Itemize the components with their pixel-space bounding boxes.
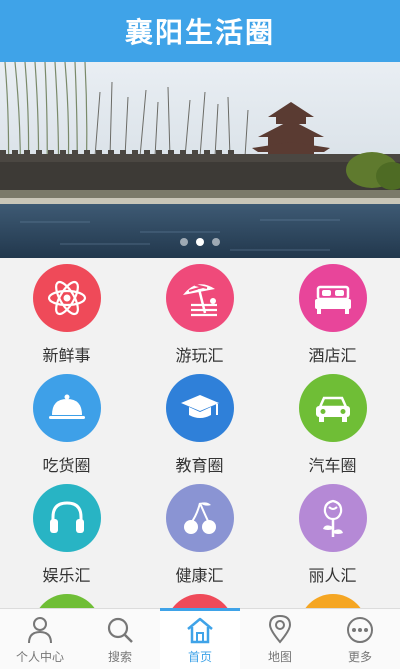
category-label: 健康汇 [175, 566, 224, 585]
category-icon-circle [165, 264, 234, 332]
tab-label: 地图 [267, 650, 292, 664]
tab-label: 首页 [187, 650, 212, 664]
category-icon-circle [298, 484, 367, 552]
category-jiankanghui[interactable]: 健康汇 [133, 478, 266, 588]
category-lirenhui[interactable]: 丽人汇 [266, 478, 399, 588]
tab-profile[interactable]: 个人中心 [0, 609, 80, 669]
category-grid: 新鲜事 游玩汇 酒店汇 吃货圈 教育圈 汽车圈 娱乐汇 健康汇 丽人汇 [0, 258, 400, 608]
category-youwanhui[interactable]: 游玩汇 [133, 258, 266, 368]
category-icon-circle [32, 264, 101, 332]
category-label: 教育圈 [175, 456, 224, 475]
banner-image [0, 62, 400, 258]
category-icon-circle [298, 264, 367, 332]
search-icon [107, 617, 133, 643]
category-label: 汽车圈 [308, 456, 357, 475]
banner-carousel[interactable] [0, 62, 400, 258]
map-pin-icon [268, 614, 292, 644]
page-title: 襄阳生活圈 [124, 16, 275, 49]
more-dots-icon [347, 617, 373, 643]
category-jiudianhui[interactable]: 酒店汇 [266, 258, 399, 368]
tab-label: 个人中心 [15, 650, 64, 664]
graduation-cap-icon [180, 395, 219, 418]
category-partial-1[interactable] [0, 588, 133, 608]
carousel-dot[interactable] [212, 238, 220, 246]
category-xinxianshi[interactable]: 新鲜事 [0, 258, 133, 368]
food-cloche-icon [48, 394, 85, 419]
category-icon-circle [32, 484, 101, 552]
category-label: 娱乐汇 [42, 566, 91, 585]
atom-icon [47, 280, 86, 316]
category-icon-circle [32, 594, 101, 608]
category-label: 丽人汇 [308, 566, 357, 585]
category-icon-circle [298, 374, 367, 442]
tab-home[interactable]: 首页 [160, 608, 240, 669]
category-label: 吃货圈 [42, 456, 91, 475]
category-icon-circle [165, 484, 234, 552]
category-label: 游玩汇 [175, 346, 224, 365]
category-icon-circle [32, 374, 101, 442]
rose-icon [322, 499, 343, 537]
category-icon-circle [165, 374, 234, 442]
headphones-icon [49, 501, 84, 533]
tab-more[interactable]: 更多 [320, 609, 400, 669]
category-qichequan[interactable]: 汽车圈 [266, 368, 399, 478]
home-icon [187, 617, 213, 644]
category-partial-2[interactable] [133, 588, 266, 608]
category-yulehui[interactable]: 娱乐汇 [0, 478, 133, 588]
category-icon-circle [298, 594, 367, 608]
category-icon-circle [165, 594, 234, 608]
carousel-indicator [0, 238, 400, 246]
tab-map[interactable]: 地图 [240, 609, 320, 669]
category-label: 酒店汇 [308, 346, 357, 365]
tab-label: 搜索 [107, 650, 132, 664]
category-partial-3[interactable] [266, 588, 399, 608]
bottom-tab-bar: 个人中心 搜索 首页 地图 更多 [0, 608, 400, 669]
cherries-icon [183, 502, 216, 534]
category-chihuoquan[interactable]: 吃货圈 [0, 368, 133, 478]
category-label: 新鲜事 [42, 346, 91, 365]
carousel-dot[interactable] [180, 238, 188, 246]
tab-search[interactable]: 搜索 [80, 609, 160, 669]
app-header: 襄阳生活圈 [0, 0, 400, 62]
bed-icon [314, 285, 351, 314]
category-jiaoyuquan[interactable]: 教育圈 [133, 368, 266, 478]
tab-label: 更多 [347, 650, 372, 664]
car-icon [315, 396, 350, 422]
beach-umbrella-icon [182, 284, 217, 317]
carousel-dot-active[interactable] [196, 238, 204, 246]
person-icon [28, 617, 52, 644]
